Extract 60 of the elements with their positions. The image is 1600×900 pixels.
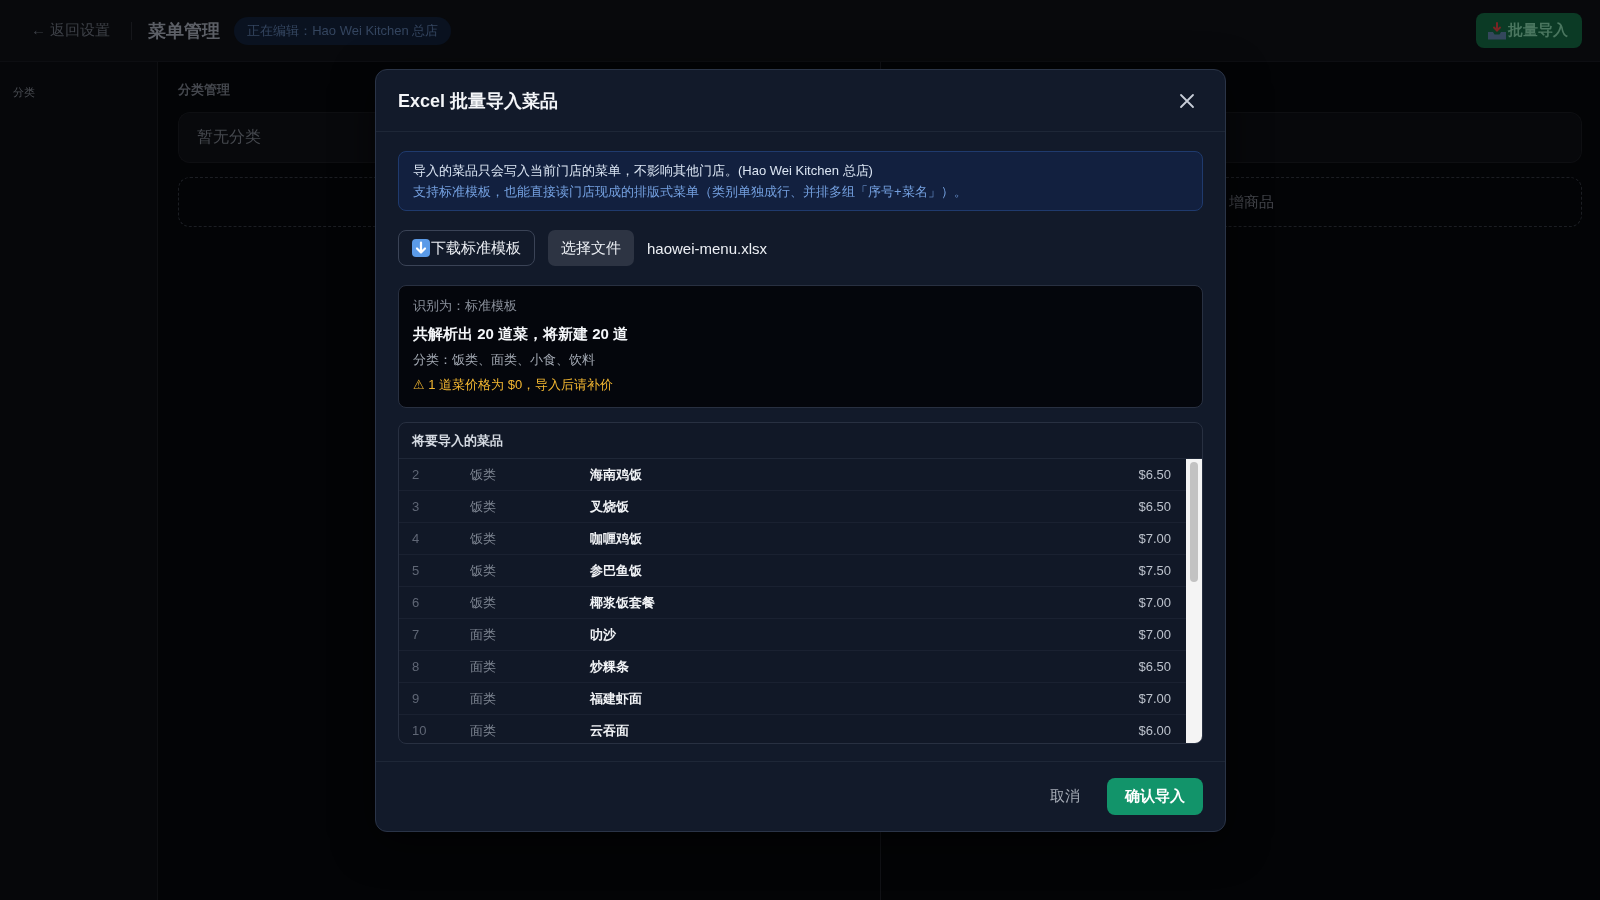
row-number: 2 bbox=[412, 467, 420, 482]
row-number: 8 bbox=[412, 659, 420, 674]
category-label: 饭类 bbox=[470, 529, 496, 548]
cancel-button[interactable]: 取消 bbox=[1040, 779, 1090, 814]
dish-name: 叉烧饭 bbox=[590, 497, 629, 516]
row-number: 3 bbox=[412, 499, 420, 514]
category-label: 饭类 bbox=[470, 593, 496, 612]
dish-name: 云吞面 bbox=[590, 721, 629, 740]
bulk-import-button[interactable]: 批量导入 bbox=[1476, 13, 1582, 48]
panel-title: 分类管理 bbox=[178, 81, 230, 99]
row-number: 10 bbox=[412, 723, 427, 738]
editing-badge: 正在编辑：Hao Wei Kitchen 总店 bbox=[234, 16, 452, 45]
empty-state-text: 暂无分类 bbox=[197, 127, 261, 147]
price-text: $7.00 bbox=[1138, 691, 1171, 706]
confirm-import-button[interactable]: 确认导入 bbox=[1107, 778, 1203, 815]
dish-name: 咖喱鸡饭 bbox=[590, 529, 642, 548]
price-text: $6.50 bbox=[1138, 659, 1171, 674]
close-icon bbox=[1179, 92, 1195, 109]
choose-file-button[interactable]: 选择文件 bbox=[548, 230, 634, 266]
summary-headline: 共解析出 20 道菜，将新建 20 道 bbox=[413, 324, 629, 344]
category-label: 面类 bbox=[470, 625, 496, 644]
sidebar-label: 分类 bbox=[13, 86, 35, 98]
price-text: $7.00 bbox=[1138, 595, 1171, 610]
price-text: $7.50 bbox=[1138, 563, 1171, 578]
row-number: 5 bbox=[412, 563, 420, 578]
price-text: $7.00 bbox=[1138, 627, 1171, 642]
scrollbar[interactable] bbox=[1186, 459, 1202, 743]
detected-format-text: 识别为：标准模板 bbox=[413, 297, 517, 315]
price-text: $6.00 bbox=[1138, 723, 1171, 738]
dish-name: 参巴鱼饭 bbox=[590, 561, 642, 580]
table-title: 将要导入的菜品 bbox=[412, 431, 503, 450]
category-label: 面类 bbox=[470, 689, 496, 708]
scrollbar-thumb[interactable] bbox=[1190, 462, 1198, 582]
down-arrow-icon bbox=[412, 239, 430, 257]
price-text: $6.50 bbox=[1138, 499, 1171, 514]
row-number: 9 bbox=[412, 691, 420, 706]
category-label: 饭类 bbox=[470, 465, 496, 484]
category-label: 面类 bbox=[470, 657, 496, 676]
category-label: 面类 bbox=[470, 721, 496, 740]
categories-text: 分类：饭类、面类、小食、饮料 bbox=[413, 351, 595, 369]
dish-name: 炒粿条 bbox=[590, 657, 629, 676]
dish-name: 叻沙 bbox=[590, 625, 616, 644]
warning-text: ⚠ 1 道菜价格为 $0，导入后请补价 bbox=[413, 376, 614, 394]
file-name: haowei-menu.xlsx bbox=[647, 239, 768, 257]
row-number: 4 bbox=[412, 531, 420, 546]
page-title: 菜单管理 bbox=[148, 19, 221, 43]
price-text: $7.00 bbox=[1138, 531, 1171, 546]
download-template-button[interactable]: 下载标准模板 bbox=[398, 230, 535, 266]
dialog-title: Excel 批量导入菜品 bbox=[398, 89, 559, 113]
tray-icon bbox=[1487, 21, 1507, 40]
notice-text: 导入的菜品只会写入当前门店的菜单，不影响其他门店。(Hao Wei Kitchen 总店) bbox=[413, 162, 873, 180]
row-number: 7 bbox=[412, 627, 420, 642]
dish-name: 福建虾面 bbox=[590, 689, 642, 708]
category-label: 饭类 bbox=[470, 497, 496, 516]
category-label: 饭类 bbox=[470, 561, 496, 580]
dish-name: 海南鸡饭 bbox=[590, 465, 642, 484]
row-number: 6 bbox=[412, 595, 420, 610]
notice-hint-text: 支持标准模板，也能直接读门店现成的排版式菜单（类别单独成行、并排多组「序号+菜名」）。 bbox=[413, 183, 967, 201]
dish-name: 椰浆饭套餐 bbox=[590, 593, 655, 612]
price-text: $6.50 bbox=[1138, 467, 1171, 482]
